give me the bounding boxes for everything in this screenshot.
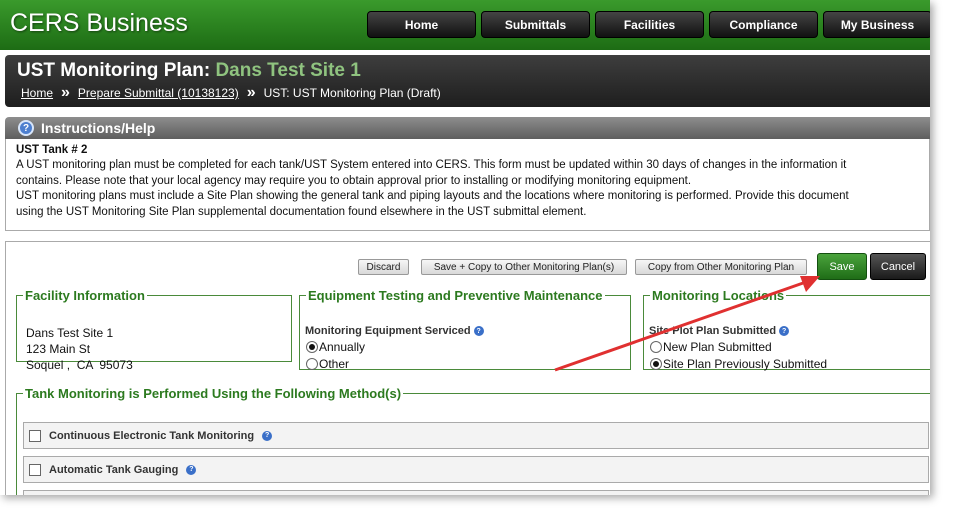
instructions-line: UST monitoring plans must include a Site…	[16, 190, 849, 203]
equipment-serviced-label: Monitoring Equipment Serviced ?	[305, 325, 484, 337]
method-row-continuous[interactable]: Continuous Electronic Tank Monitoring ?	[23, 422, 929, 449]
nav-compliance[interactable]: Compliance	[709, 11, 818, 38]
site-plot-plan-label: Site Plot Plan Submitted ?	[649, 325, 790, 337]
facility-info-section: Facility Information Dans Test Site 1 12…	[16, 288, 292, 372]
page-title-prefix: UST Monitoring Plan:	[17, 60, 211, 81]
breadcrumb-current: UST: UST Monitoring Plan (Draft)	[263, 86, 441, 100]
instructions-line: A UST monitoring plan must be completed …	[16, 159, 847, 172]
help-icon[interactable]: ?	[186, 464, 197, 475]
radio-annually-input[interactable]	[306, 341, 318, 353]
cancel-button[interactable]: Cancel	[870, 253, 926, 280]
main-nav: Home Submittals Facilities Compliance My…	[367, 11, 930, 38]
equipment-testing-legend: Equipment Testing and Preventive Mainten…	[308, 288, 603, 303]
breadcrumb-separator-icon: »	[61, 84, 70, 101]
radio-other-label: Other	[319, 357, 350, 371]
instructions-title: Instructions/Help	[41, 120, 156, 136]
method-label: Continuous Electronic Tank Monitoring	[49, 429, 255, 442]
equipment-testing-section: Equipment Testing and Preventive Mainten…	[299, 288, 631, 371]
copy-from-button[interactable]: Copy from Other Monitoring Plan	[635, 259, 807, 275]
facility-info-legend: Facility Information	[25, 288, 145, 303]
page-title: UST Monitoring Plan: Dans Test Site 1	[17, 60, 361, 82]
method-checkbox[interactable]	[29, 463, 41, 476]
form-area: Discard Save + Copy to Other Monitoring …	[5, 241, 930, 495]
breadcrumb-separator-icon: »	[246, 84, 256, 101]
breadcrumb-prepare-submittal[interactable]: Prepare Submittal (10138123)	[78, 86, 239, 100]
method-row-atg[interactable]: Automatic Tank Gauging ?	[23, 456, 929, 483]
radio-other-input[interactable]	[306, 358, 318, 370]
method-checkbox[interactable]	[29, 429, 41, 442]
monitoring-methods-section: Tank Monitoring is Performed Using the F…	[16, 386, 930, 495]
page-header: UST Monitoring Plan: Dans Test Site 1 Ho…	[5, 55, 930, 107]
nav-home[interactable]: Home	[367, 11, 476, 38]
monitoring-locations-section: Monitoring Locations Site Plot Plan Subm…	[643, 288, 930, 371]
nav-submittals[interactable]: Submittals	[481, 11, 590, 38]
radio-previously-submitted-label: Site Plan Previously Submitted	[663, 357, 828, 371]
radio-previously-submitted-input[interactable]	[650, 358, 662, 370]
radio-annually-label: Annually	[319, 340, 366, 354]
facility-address: Dans Test Site 1 123 Main St Soquel , CA…	[26, 325, 133, 373]
instructions-body: UST Tank # 2 A UST monitoring plan must …	[5, 139, 930, 231]
breadcrumb: Home » Prepare Submittal (10138123) » US…	[21, 84, 441, 101]
breadcrumb-home[interactable]: Home	[21, 86, 53, 100]
radio-new-plan-label: New Plan Submitted	[663, 340, 772, 354]
monitoring-methods-legend: Tank Monitoring is Performed Using the F…	[25, 386, 402, 401]
save-copy-button[interactable]: Save + Copy to Other Monitoring Plan(s)	[421, 259, 627, 275]
monitoring-locations-legend: Monitoring Locations	[652, 288, 785, 303]
instructions-header[interactable]: ? Instructions/Help	[5, 117, 930, 139]
method-row-partial[interactable]	[23, 490, 929, 495]
nav-facilities[interactable]: Facilities	[595, 11, 704, 38]
radio-new-plan-input[interactable]	[650, 341, 662, 353]
page-frame: CERS Business Home Submittals Facilities…	[0, 0, 930, 495]
nav-my-business[interactable]: My Business	[823, 11, 930, 38]
instructions-line: contains. Please note that your local ag…	[16, 174, 692, 187]
radio-other[interactable]: Other	[306, 357, 349, 371]
help-icon[interactable]: ?	[262, 430, 273, 441]
save-button[interactable]: Save	[817, 253, 867, 280]
discard-button[interactable]: Discard	[358, 259, 409, 275]
equipment-serviced-label-text: Monitoring Equipment Serviced	[305, 325, 471, 337]
instructions-line: using the UST Monitoring Site Plan suppl…	[16, 205, 587, 218]
method-label: Automatic Tank Gauging	[49, 463, 179, 476]
facility-street: 123 Main St	[26, 342, 91, 356]
help-icon[interactable]: ?	[779, 326, 790, 336]
radio-new-plan[interactable]: New Plan Submitted	[650, 340, 772, 354]
brand-logo[interactable]: CERS Business	[10, 9, 188, 38]
site-plot-plan-label-text: Site Plot Plan Submitted	[649, 325, 777, 337]
page-title-site: Dans Test Site 1	[215, 60, 361, 81]
help-icon: ?	[18, 120, 34, 136]
facility-city: Soquel , CA 95073	[26, 358, 133, 372]
tank-number: UST Tank # 2	[16, 144, 88, 156]
radio-annually[interactable]: Annually	[306, 340, 365, 354]
radio-previously-submitted[interactable]: Site Plan Previously Submitted	[650, 357, 827, 371]
facility-name: Dans Test Site 1	[26, 326, 114, 340]
help-icon[interactable]: ?	[473, 326, 484, 336]
top-bar: CERS Business Home Submittals Facilities…	[0, 0, 930, 50]
